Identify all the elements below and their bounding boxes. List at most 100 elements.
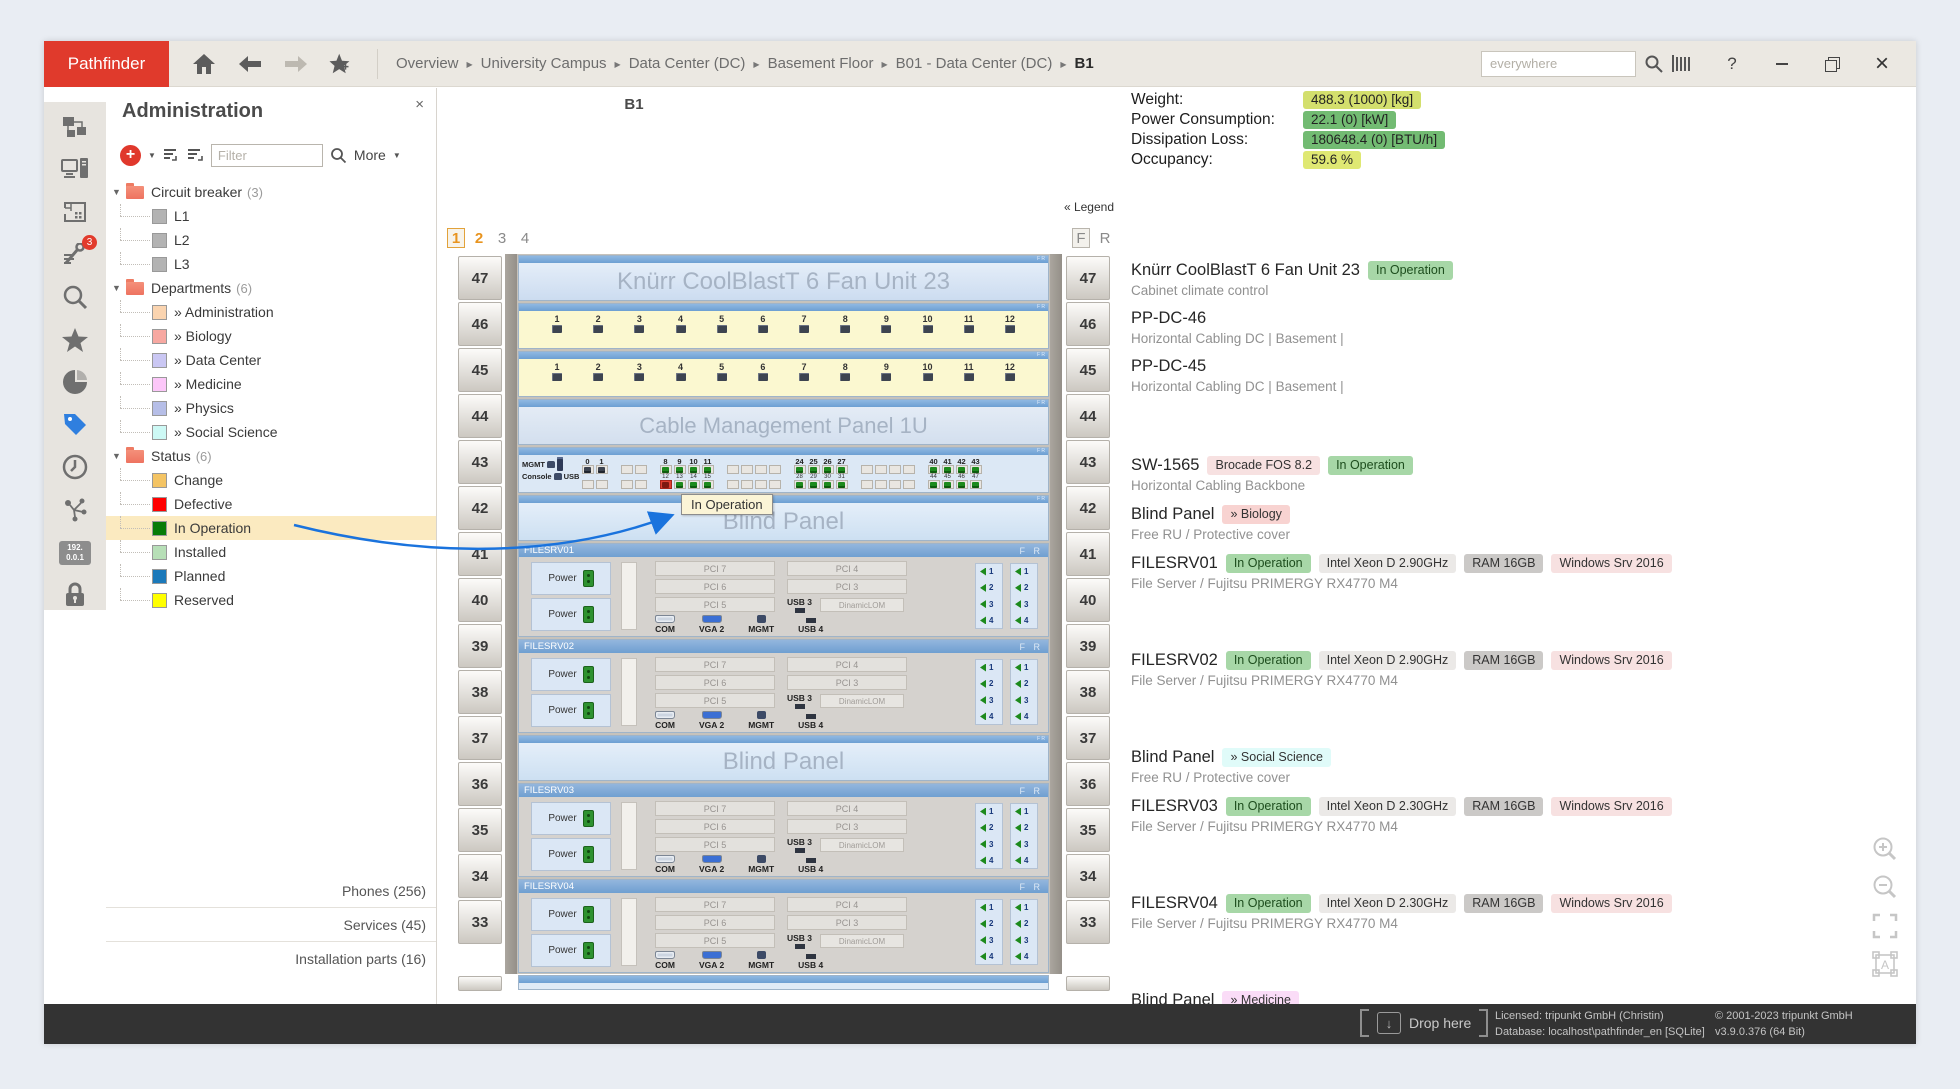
back-button[interactable] <box>237 52 263 76</box>
pci-slot[interactable]: PCI 5 <box>655 933 775 948</box>
breadcrumb-item[interactable]: Overview <box>396 55 473 72</box>
switch-port[interactable]: 24 28 <box>793 457 806 489</box>
rack-device-patch-panel-45[interactable]: 1 2 3 4 <box>518 351 1049 397</box>
patch-port[interactable]: 9 <box>878 314 894 333</box>
network-port[interactable]: 3 <box>1015 600 1033 609</box>
fit-view-button[interactable] <box>1870 911 1900 941</box>
switch-port[interactable]: 8 12 <box>659 457 672 489</box>
mgmt-port[interactable]: MGMT <box>748 615 774 634</box>
switch-port[interactable]: 1 <box>595 457 608 489</box>
pci-slot[interactable]: PCI 4 <box>787 801 907 816</box>
mgmt-port[interactable]: MGMT <box>748 711 774 730</box>
breadcrumb-item[interactable]: University Campus <box>481 55 621 72</box>
network-port[interactable]: 2 <box>980 679 998 688</box>
pci-slot[interactable]: PCI 7 <box>655 657 775 672</box>
pci-slot[interactable]: PCI 3 <box>787 675 907 690</box>
tree-item[interactable]: ▼ Installed <box>106 540 436 564</box>
breadcrumb-item[interactable]: B01 - Data Center (DC) <box>896 55 1067 72</box>
front-tab[interactable]: F <box>1072 228 1090 248</box>
network-port[interactable]: 4 <box>1015 952 1033 961</box>
topology-module-button[interactable] <box>57 112 93 142</box>
network-port[interactable]: 4 <box>980 616 998 625</box>
patch-port[interactable]: 6 <box>755 362 771 381</box>
filter-input[interactable] <box>211 144 323 167</box>
rack-view-tab[interactable]: 3 <box>493 228 511 248</box>
switch-port[interactable] <box>860 457 873 489</box>
rack-device-server[interactable]: FILESRV01 F R Power Power <box>518 543 1049 637</box>
network-port[interactable]: 2 <box>980 919 998 928</box>
patch-port[interactable]: 7 <box>796 362 812 381</box>
network-port[interactable]: 4 <box>980 952 998 961</box>
rack-device-fan-unit[interactable]: Knürr CoolBlastT 6 Fan Unit 23 <box>518 255 1049 301</box>
switch-port[interactable]: 41 45 <box>941 457 954 489</box>
pci-slot[interactable]: PCI 4 <box>787 657 907 672</box>
device-entry[interactable]: Blind Panel » Biology Free RU / Protecti… <box>1131 505 1856 542</box>
switch-port[interactable]: 42 46 <box>955 457 968 489</box>
tree-expand-icon[interactable]: ▼ <box>112 187 122 197</box>
device-entry[interactable]: FILESRV02 In OperationIntel Xeon D 2.90G… <box>1131 651 1856 688</box>
pci-slot[interactable]: PCI 6 <box>655 675 775 690</box>
pci-slot[interactable]: PCI 7 <box>655 801 775 816</box>
rack-device-blind-panel[interactable]: Blind Panel <box>518 735 1049 781</box>
patch-port[interactable]: 2 <box>590 314 606 333</box>
tree-item[interactable]: ▼ » Data Center <box>106 348 436 372</box>
network-port[interactable]: 3 <box>980 936 998 945</box>
tree-item[interactable]: ▼ Status (6) <box>106 444 436 468</box>
power-supply[interactable]: Power <box>531 562 611 595</box>
rack-view-tab[interactable]: 1 <box>447 228 465 248</box>
expand-all-button[interactable] <box>163 148 180 162</box>
switch-port[interactable]: 26 30 <box>821 457 834 489</box>
patch-port[interactable]: 12 <box>1002 362 1018 381</box>
vga-port[interactable]: VGA 2 <box>699 855 724 874</box>
tree-item[interactable]: ▼ » Administration <box>106 300 436 324</box>
network-port[interactable]: 3 <box>1015 840 1033 849</box>
add-dropdown-caret-icon[interactable]: ▼ <box>148 151 156 160</box>
patch-port[interactable]: 2 <box>590 362 606 381</box>
usb3-port[interactable]: USB 3 <box>787 933 812 949</box>
security-module-button[interactable] <box>57 580 93 610</box>
switch-port[interactable] <box>620 457 633 489</box>
patch-port[interactable]: 10 <box>920 362 936 381</box>
breadcrumb-item[interactable]: Data Center (DC) <box>629 55 760 72</box>
tree-item[interactable]: ▼ L2 <box>106 228 436 252</box>
power-supply[interactable]: Power <box>531 598 611 631</box>
restore-button[interactable] <box>1822 54 1842 74</box>
network-port[interactable]: 4 <box>1015 616 1033 625</box>
tasks-module-button[interactable]: 3 <box>57 240 93 270</box>
network-port[interactable]: 1 <box>980 663 998 672</box>
help-button[interactable]: ? <box>1722 54 1742 74</box>
usb4-port[interactable]: USB 4 <box>798 714 823 730</box>
power-supply[interactable]: Power <box>531 694 611 727</box>
patch-port[interactable]: 8 <box>837 362 853 381</box>
tree-item[interactable]: ▼ Change <box>106 468 436 492</box>
rack-device-blind-panel[interactable]: Blind Panel <box>518 495 1049 541</box>
patch-port[interactable]: 4 <box>673 314 689 333</box>
usb4-port[interactable]: USB 4 <box>798 858 823 874</box>
patch-port[interactable]: 12 <box>1002 314 1018 333</box>
power-supply[interactable]: Power <box>531 898 611 931</box>
switch-port[interactable]: 0 <box>581 457 594 489</box>
tree-item[interactable]: ▼ Departments (6) <box>106 276 436 300</box>
device-entry[interactable]: Knürr CoolBlastT 6 Fan Unit 23 In Operat… <box>1131 261 1856 298</box>
network-port[interactable]: 3 <box>980 600 998 609</box>
rack-device-switch[interactable]: MGMT ConsoleUSB 0 <box>518 447 1049 493</box>
network-port[interactable]: 1 <box>1015 807 1033 816</box>
pci-slot[interactable]: PCI 6 <box>655 915 775 930</box>
pci-slot[interactable]: PCI 4 <box>787 561 907 576</box>
search-module-button[interactable] <box>57 282 93 312</box>
tree-expand-icon[interactable]: ▼ <box>112 283 122 293</box>
network-port[interactable]: 3 <box>1015 936 1033 945</box>
network-port[interactable]: 3 <box>1015 696 1033 705</box>
lom-slot[interactable]: DinamicLOM <box>820 934 904 948</box>
filter-search-button[interactable] <box>330 147 347 164</box>
patch-port[interactable]: 5 <box>714 314 730 333</box>
tree-item[interactable]: ▼ Planned <box>106 564 436 588</box>
footer-category-row[interactable]: Services (45) <box>106 908 436 942</box>
pci-slot[interactable]: PCI 7 <box>655 561 775 576</box>
floorplan-module-button[interactable] <box>57 197 93 227</box>
network-port[interactable]: 3 <box>980 696 998 705</box>
pci-slot[interactable]: PCI 3 <box>787 915 907 930</box>
footer-category-row[interactable]: Phones (256) <box>106 874 436 908</box>
switch-port[interactable]: 25 29 <box>807 457 820 489</box>
pci-slot[interactable]: PCI 3 <box>787 819 907 834</box>
